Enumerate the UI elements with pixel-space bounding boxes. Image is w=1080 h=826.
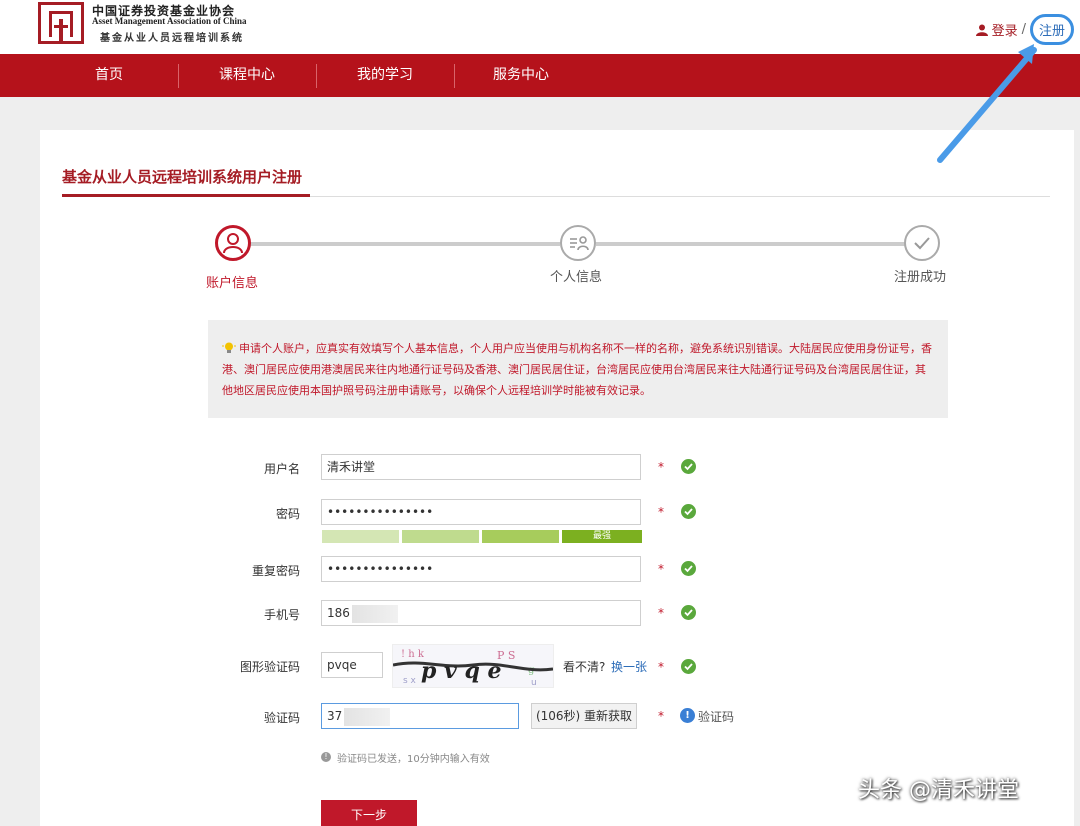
phone-input[interactable]: 186 (321, 600, 641, 626)
nav-service-center[interactable]: 服务中心 (452, 54, 590, 97)
redacted-block (351, 604, 398, 623)
code-sent-notice: 验证码已发送，10分钟内输入有效 (337, 754, 490, 765)
valid-check-icon (681, 504, 696, 519)
user-icon (975, 24, 988, 36)
user-icon (223, 233, 243, 254)
valid-check-icon (681, 605, 696, 620)
svg-text:s x: s x (403, 676, 417, 686)
password-label: 密码 (275, 507, 300, 521)
step-success-label: 注册成功 (894, 270, 947, 285)
nav-courses[interactable]: 课程中心 (178, 54, 316, 97)
password-input[interactable]: ••••••••••••••• (321, 499, 641, 525)
amac-logo[interactable] (38, 2, 84, 44)
profile-card-icon (570, 236, 589, 251)
site-header: 中国证券投资基金业协会 Asset Management Association… (0, 0, 1080, 54)
notice-box: 申请个人账户，应真实有效填写个人基本信息，个人用户应当使用与机构名称不一样的名称… (208, 320, 948, 418)
svg-text:u: u (531, 678, 537, 687)
sms-code-input[interactable]: 37 (321, 703, 519, 729)
redacted-block (344, 707, 391, 726)
strength-segment (402, 530, 479, 543)
step-connector (250, 242, 560, 246)
main-nav: 首页 课程中心 我的学习 服务中心 (0, 54, 1080, 97)
page-title: 基金从业人员远程培训系统用户注册 (62, 168, 303, 186)
required-mark: * (658, 562, 664, 576)
required-mark: * (658, 660, 664, 674)
phone-label: 手机号 (263, 608, 300, 622)
step-connector (596, 242, 906, 246)
nav-my-learning[interactable]: 我的学习 (316, 54, 454, 97)
nav-home[interactable]: 首页 (40, 54, 178, 97)
check-icon (914, 237, 930, 250)
notice-text: 申请个人账户，应真实有效填写个人基本信息，个人用户应当使用与机构名称不一样的名称… (222, 338, 932, 401)
info-icon: ! (680, 708, 695, 723)
step-account-label: 账户信息 (206, 276, 259, 291)
step-success-circle (904, 225, 940, 261)
step-personal-circle (560, 225, 596, 261)
valid-check-icon (681, 561, 696, 576)
valid-check-icon (681, 459, 696, 474)
username-label: 用户名 (263, 462, 300, 476)
captcha-unclear-text: 看不清? (563, 660, 606, 674)
sms-code-label: 验证码 (263, 711, 300, 725)
auth-separator: / (1021, 22, 1026, 37)
strength-segment (322, 530, 399, 543)
notice-content: 申请个人账户，应真实有效填写个人基本信息，个人用户应当使用与机构名称不一样的名称… (222, 342, 932, 397)
step-personal-label: 个人信息 (550, 270, 603, 285)
captcha-image[interactable]: ! h k P S g s x u p v q e (392, 644, 554, 688)
captcha-label: 图形验证码 (239, 660, 300, 674)
required-mark: * (658, 460, 664, 474)
strength-label: 最强 (562, 530, 642, 543)
username-input[interactable]: 清禾讲堂 (321, 454, 641, 480)
required-mark: * (658, 606, 664, 620)
step-account-circle (215, 225, 251, 261)
lightbulb-icon (222, 342, 236, 353)
confirm-password-input[interactable]: ••••••••••••••• (321, 556, 641, 582)
title-underline (62, 194, 310, 197)
watermark: 头条 @清禾讲堂 (858, 778, 1019, 803)
system-name: 基金从业人员远程培训系统 (100, 33, 244, 44)
sms-code-hint: 验证码 (698, 710, 735, 724)
svg-text:p v q e: p v q e (421, 658, 502, 684)
resend-code-button[interactable]: (106秒) 重新获取 (531, 703, 637, 729)
captcha-input[interactable]: pvqe (321, 652, 383, 678)
org-name-en: Asset Management Association of China (92, 16, 247, 26)
valid-check-icon (681, 659, 696, 674)
phone-value: 186 (327, 606, 350, 620)
required-mark: * (658, 709, 664, 723)
next-step-button[interactable]: 下一步 (321, 800, 417, 826)
annotation-arrow-icon (937, 44, 1037, 163)
sms-code-value: 37 (327, 709, 343, 723)
confirm-password-label: 重复密码 (251, 564, 300, 578)
strength-segment (482, 530, 559, 543)
required-mark: * (658, 505, 664, 519)
info-icon: ! (321, 752, 331, 762)
captcha-refresh-link[interactable]: 换一张 (611, 658, 647, 675)
